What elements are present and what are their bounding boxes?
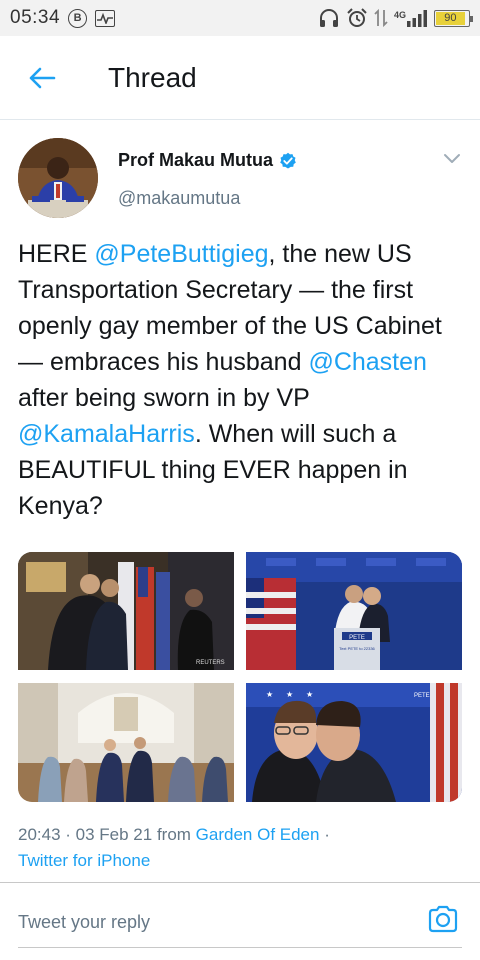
battery-level: 90 bbox=[436, 11, 465, 25]
mention-link[interactable]: @KamalaHarris bbox=[18, 420, 195, 448]
podium-subtext: Text PETE to 22336 bbox=[339, 646, 375, 651]
thread-header: Thread bbox=[0, 36, 480, 120]
tweet-date: 03 Feb 21 bbox=[75, 825, 153, 844]
banner-text: PETE bbox=[414, 693, 430, 699]
tweet-text-segment: after being sworn in by VP bbox=[18, 384, 310, 412]
reply-bar bbox=[18, 898, 462, 948]
meta-separator: · bbox=[60, 825, 76, 844]
source-location-link[interactable]: Garden Of Eden bbox=[196, 825, 320, 844]
author-handle[interactable]: @makaumutua bbox=[118, 188, 240, 209]
tweet-media-grid: REUTERS PETE Text PETE to 22336 ★ ★ ★ PE… bbox=[18, 552, 462, 802]
activity-icon bbox=[95, 9, 116, 27]
avatar-image bbox=[18, 138, 98, 218]
status-icons: 4G 90 bbox=[318, 8, 473, 28]
podium-sign: PETE bbox=[349, 635, 365, 641]
chevron-down-icon[interactable] bbox=[440, 146, 464, 170]
svg-text:★: ★ bbox=[266, 690, 273, 699]
b-app-icon: B bbox=[68, 8, 88, 28]
tweet-text: HERE @PeteButtigieg, the new US Transpor… bbox=[18, 236, 468, 524]
arrow-left-icon bbox=[29, 67, 56, 88]
author-name[interactable]: Prof Makau Mutua bbox=[118, 150, 297, 171]
avatar[interactable] bbox=[18, 138, 98, 218]
tweet-text-segment: HERE bbox=[18, 240, 95, 268]
tweet-time: 20:43 bbox=[18, 825, 61, 844]
alarm-icon bbox=[347, 8, 367, 27]
svg-text:★: ★ bbox=[306, 690, 313, 699]
photo-watermark: REUTERS bbox=[196, 660, 225, 666]
clock: 05:34 bbox=[10, 7, 61, 28]
battery-indicator: 90 bbox=[434, 9, 473, 27]
data-transfer-icon bbox=[374, 8, 388, 28]
mention-link[interactable]: @Chasten bbox=[308, 348, 427, 376]
status-bar: 05:34 B 4G 90 bbox=[0, 0, 480, 36]
tweet-meta: 20:43 · 03 Feb 21 from Garden Of Eden · … bbox=[18, 822, 468, 874]
page-title: Thread bbox=[108, 61, 197, 93]
back-button[interactable] bbox=[22, 58, 62, 98]
tweet-photo-3[interactable] bbox=[18, 683, 234, 802]
tweet-author: Prof Makau Mutua @makaumutua bbox=[18, 136, 468, 226]
tweet-photo-4[interactable]: ★ ★ ★ PETE bbox=[246, 683, 462, 802]
mention-link[interactable]: @PeteButtigieg bbox=[94, 240, 268, 268]
client-link[interactable]: Twitter for iPhone bbox=[18, 851, 150, 870]
svg-text:★: ★ bbox=[286, 690, 293, 699]
meta-from: from bbox=[152, 825, 196, 844]
divider bbox=[0, 882, 480, 883]
headphones-icon bbox=[319, 9, 338, 27]
author-name-text: Prof Makau Mutua bbox=[118, 150, 274, 170]
camera-icon[interactable] bbox=[426, 902, 460, 936]
tweet-photo-1[interactable]: REUTERS bbox=[18, 552, 234, 670]
reply-input[interactable] bbox=[18, 902, 398, 942]
network-type: 4G bbox=[393, 10, 406, 20]
meta-separator: · bbox=[319, 825, 330, 844]
tweet-photo-2[interactable]: PETE Text PETE to 22336 bbox=[246, 552, 462, 670]
signal-icon bbox=[407, 10, 427, 27]
verified-badge-icon bbox=[280, 152, 296, 168]
